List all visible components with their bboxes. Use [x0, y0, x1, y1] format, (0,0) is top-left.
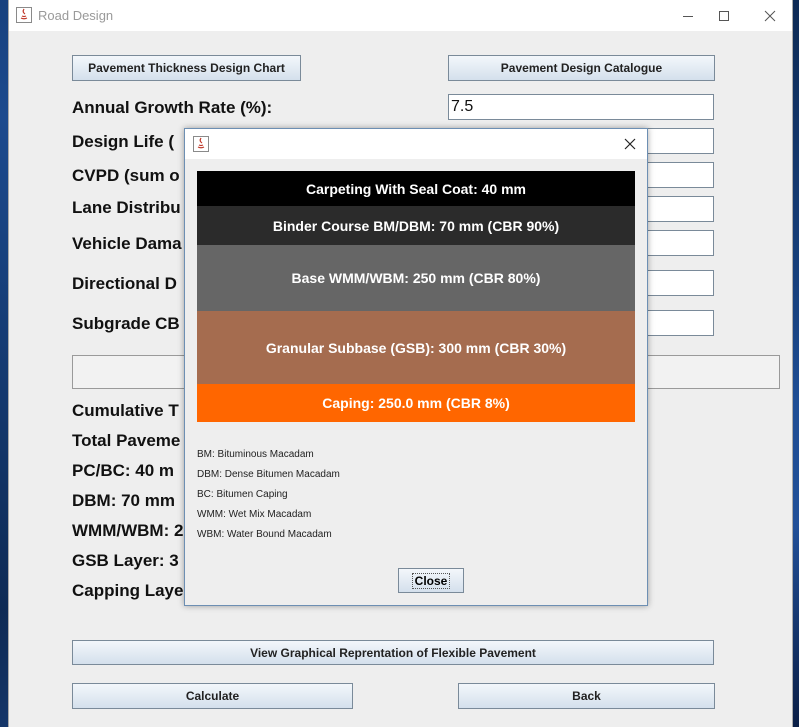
java-icon: [193, 136, 209, 152]
minimize-icon: [683, 15, 693, 17]
close-icon: [624, 138, 636, 150]
cvpd-label: CVPD (sum o: [72, 166, 180, 185]
cumulative-traffic-label: Cumulative T: [72, 401, 179, 420]
legend-wbm: WBM: Water Bound Macadam: [197, 529, 332, 540]
close-button-label: Close: [411, 572, 451, 589]
design-catalogue-button[interactable]: Pavement Design Catalogue: [448, 55, 715, 81]
layer-seal-coat: Carpeting With Seal Coat: 40 mm: [197, 171, 635, 206]
close-window-button[interactable]: [747, 0, 793, 31]
legend-wmm: WMM: Wet Mix Macadam: [197, 509, 312, 520]
pavement-dialog: Carpeting With Seal Coat: 40 mm Binder C…: [184, 128, 648, 606]
maximize-icon: [719, 10, 729, 21]
layer-caping: Caping: 250.0 mm (CBR 8%): [197, 384, 635, 422]
thickness-chart-button[interactable]: Pavement Thickness Design Chart: [72, 55, 301, 81]
growth-rate-label: Annual Growth Rate (%):: [72, 98, 273, 117]
dialog-close-x-button[interactable]: [621, 135, 639, 153]
lane-distribution-label: Lane Distribu: [72, 198, 181, 217]
close-icon: [764, 10, 776, 21]
legend-bm: BM: Bituminous Macadam: [197, 449, 314, 460]
wmm-label: WMM/WBM: 2: [72, 521, 184, 540]
design-life-label: Design Life (: [72, 132, 175, 151]
directional-label: Directional D: [72, 274, 177, 293]
dialog-close-button[interactable]: Close: [398, 568, 464, 593]
layer-base: Base WMM/WBM: 250 mm (CBR 80%): [197, 245, 635, 311]
legend-dbm: DBM: Dense Bitumen Macadam: [197, 469, 340, 480]
pcbc-label: PC/BC: 40 m: [72, 461, 175, 480]
vehicle-damage-label: Vehicle Dama: [72, 234, 182, 253]
view-graphical-button[interactable]: View Graphical Reprentation of Flexible …: [72, 640, 714, 665]
total-pavement-label: Total Paveme: [72, 431, 181, 450]
calculate-button[interactable]: Calculate: [72, 683, 353, 709]
legend-bc: BC: Bitumen Caping: [197, 489, 288, 500]
growth-rate-field[interactable]: 7.5: [448, 94, 714, 120]
java-icon: [16, 7, 32, 23]
title-bar: Road Design: [9, 0, 792, 31]
layer-subbase: Granular Subbase (GSB): 300 mm (CBR 30%): [197, 311, 635, 384]
maximize-button[interactable]: [701, 0, 747, 31]
capping-label: Capping Laye: [72, 581, 184, 600]
dialog-title-bar: [185, 129, 647, 159]
window-title: Road Design: [38, 8, 114, 23]
dbm-label: DBM: 70 mm: [72, 491, 175, 510]
back-button[interactable]: Back: [458, 683, 715, 709]
layer-binder-course: Binder Course BM/DBM: 70 mm (CBR 90%): [197, 206, 635, 245]
subgrade-cbr-label: Subgrade CB: [72, 314, 180, 333]
gsb-label: GSB Layer: 3: [72, 551, 179, 570]
